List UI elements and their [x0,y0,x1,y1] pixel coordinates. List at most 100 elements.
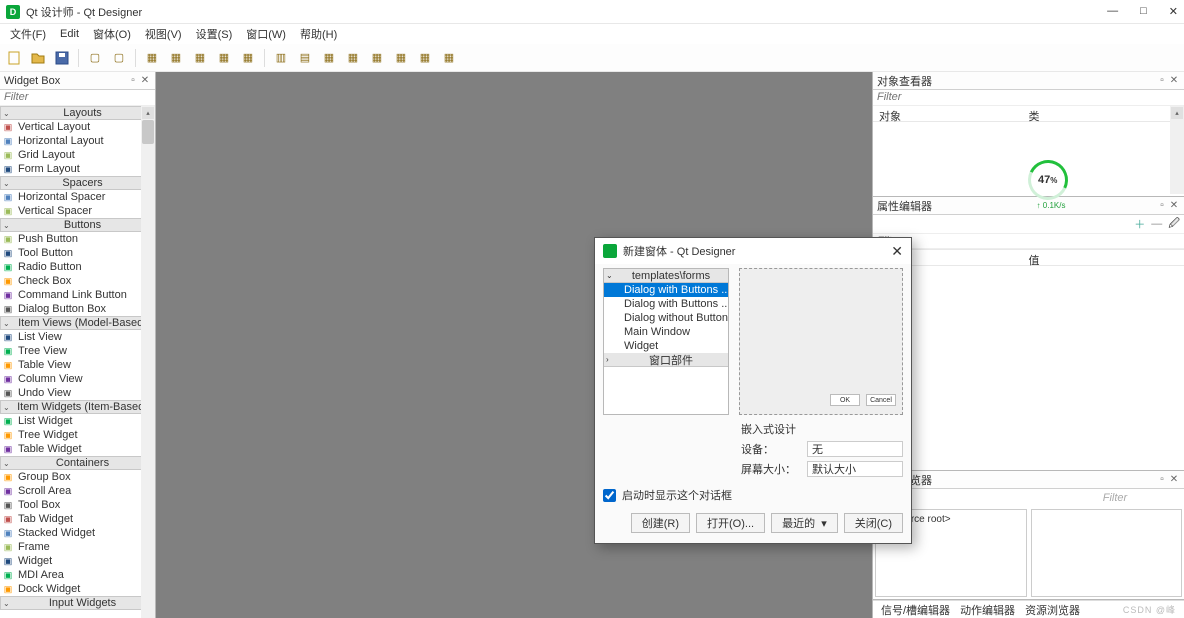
widget-list-view[interactable]: ▣List View [0,330,155,344]
close-button[interactable]: 关闭(C) [844,513,903,533]
save-icon[interactable] [52,48,72,68]
menu-window[interactable]: 窗口(W) [240,24,292,44]
widget-column-view[interactable]: ▣Column View [0,372,155,386]
widget-tool-box[interactable]: ▣Tool Box [0,498,155,512]
widget-tool-button[interactable]: ▣Tool Button [0,246,155,260]
widget-widget[interactable]: ▣Widget [0,554,155,568]
resource-filter[interactable]: Filter [1050,492,1180,504]
widget-table-view[interactable]: ▣Table View [0,358,155,372]
dock-close-icon[interactable]: ✕ [1168,474,1180,485]
widget-undo-view[interactable]: ▣Undo View [0,386,155,400]
widget-frame[interactable]: ▣Frame [0,540,155,554]
device-select[interactable]: 无 [807,441,903,457]
close-button[interactable]: ✕ [1169,5,1178,18]
dock-close-icon[interactable]: ✕ [1168,75,1180,86]
layout-g-icon[interactable]: ▦ [343,48,363,68]
category-item-widgets-item-based-[interactable]: ⌄Item Widgets (Item-Based) [0,400,155,414]
menu-file[interactable]: 文件(F) [4,24,52,44]
widget-tree-view[interactable]: ▣Tree View [0,344,155,358]
open-button[interactable]: 打开(O)... [696,513,765,533]
category-containers[interactable]: ⌄Containers [0,456,155,470]
obj-scrollbar[interactable]: ▴ [1170,106,1184,194]
widget-scroll-area[interactable]: ▣Scroll Area [0,484,155,498]
menu-view[interactable]: 视图(V) [139,24,188,44]
tab-resource-browser[interactable]: 资源浏览器 [1025,602,1080,618]
widget-radio-button[interactable]: ▣Radio Button [0,260,155,274]
dock-float-icon[interactable]: ▫ [1156,474,1168,485]
show-on-startup-checkbox[interactable] [603,489,616,502]
widget-horizontal-spacer[interactable]: ▣Horizontal Spacer [0,190,155,204]
category-layouts[interactable]: ⌄Layouts [0,106,155,120]
dock-close-icon[interactable]: ✕ [1168,200,1180,211]
menu-settings[interactable]: 设置(S) [190,24,239,44]
dock-float-icon[interactable]: ▫ [1156,75,1168,86]
tree-category-forms[interactable]: ⌄templates\forms [604,269,728,283]
category-spacers[interactable]: ⌄Spacers [0,176,155,190]
dialog-close-icon[interactable]: ✕ [891,243,903,260]
layout-a-icon[interactable]: ▦ [415,48,435,68]
dock-close-icon[interactable]: ✕ [139,75,151,86]
recent-button[interactable]: 最近的 ▾ [771,513,838,533]
tab-signal-slot[interactable]: 信号/槽编辑器 [881,602,950,618]
widget-grid-layout[interactable]: ▣Grid Layout [0,148,155,162]
menu-form[interactable]: 窗体(O) [87,24,137,44]
widget-tab-widget[interactable]: ▣Tab Widget [0,512,155,526]
tree-item-dialog-nb[interactable]: Dialog without Buttons [604,311,728,325]
prop-remove-icon[interactable]: — [1151,218,1162,230]
widget-form-layout[interactable]: ▣Form Layout [0,162,155,176]
layout-v-icon[interactable]: ▤ [295,48,315,68]
category-buttons[interactable]: ⌄Buttons [0,218,155,232]
layout-h-icon[interactable]: ▥ [271,48,291,68]
widget-box-scrollbar[interactable]: ▴ [141,106,155,618]
object-inspector-filter[interactable] [877,91,1180,103]
layout-f-icon[interactable]: ▦ [367,48,387,68]
resource-view[interactable] [1031,509,1183,597]
menu-help[interactable]: 帮助(H) [294,24,343,44]
widget-stacked-widget[interactable]: ▣Stacked Widget [0,526,155,540]
tree-item-mainwindow[interactable]: Main Window [604,325,728,339]
layout-x-icon[interactable]: ▦ [439,48,459,68]
tool-8[interactable]: ▦ [190,48,210,68]
open-file-icon[interactable] [28,48,48,68]
dock-float-icon[interactable]: ▫ [127,75,139,86]
widget-dock-widget[interactable]: ▣Dock Widget [0,582,155,596]
tree-item-dialog-bb[interactable]: Dialog with Buttons ... [604,283,728,297]
new-file-icon[interactable] [4,48,24,68]
widget-check-box[interactable]: ▣Check Box [0,274,155,288]
widget-horizontal-layout[interactable]: ▣Horizontal Layout [0,134,155,148]
tool-5[interactable]: ▢ [109,48,129,68]
tool-6[interactable]: ▦ [142,48,162,68]
create-button[interactable]: 创建(R) [631,513,690,533]
widget-list-widget[interactable]: ▣List Widget [0,414,155,428]
tool-7[interactable]: ▦ [166,48,186,68]
tool-10[interactable]: ▦ [238,48,258,68]
tab-action-editor[interactable]: 动作编辑器 [960,602,1015,618]
menu-edit[interactable]: Edit [54,26,85,42]
screen-size-select[interactable]: 默认大小 [807,461,903,477]
widget-tree-widget[interactable]: ▣Tree Widget [0,428,155,442]
property-filter[interactable] [877,235,1180,247]
prop-add-icon[interactable]: ＋ [1134,216,1145,232]
tool-4[interactable]: ▢ [85,48,105,68]
minimize-button[interactable]: — [1107,5,1118,18]
layout-b-icon[interactable]: ▦ [391,48,411,68]
category-item-views-model-based-[interactable]: ⌄Item Views (Model-Based) [0,316,155,330]
layout-s-icon[interactable]: ▦ [319,48,339,68]
category-input-widgets[interactable]: ⌄Input Widgets [0,596,155,610]
template-tree[interactable]: ⌄templates\forms Dialog with Buttons ...… [603,268,729,415]
maximize-button[interactable]: □ [1140,5,1147,18]
prop-config-icon[interactable]: 🖉 [1168,215,1180,234]
widget-table-widget[interactable]: ▣Table Widget [0,442,155,456]
tool-9[interactable]: ▦ [214,48,234,68]
widget-command-link-button[interactable]: ▣Command Link Button [0,288,155,302]
tree-category-widgets[interactable]: ›窗口部件 [604,353,728,367]
widget-vertical-spacer[interactable]: ▣Vertical Spacer [0,204,155,218]
widget-box-filter[interactable] [4,91,151,103]
widget-group-box[interactable]: ▣Group Box [0,470,155,484]
widget-mdi-area[interactable]: ▣MDI Area [0,568,155,582]
widget-dialog-button-box[interactable]: ▣Dialog Button Box [0,302,155,316]
widget-vertical-layout[interactable]: ▣Vertical Layout [0,120,155,134]
tree-item-dialog-br[interactable]: Dialog with Buttons ... [604,297,728,311]
widget-push-button[interactable]: ▣Push Button [0,232,155,246]
dock-float-icon[interactable]: ▫ [1156,200,1168,211]
